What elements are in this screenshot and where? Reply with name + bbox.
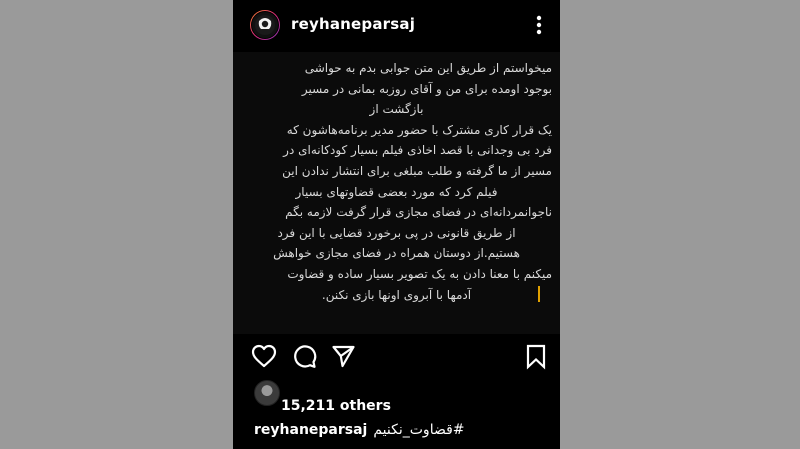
post-text-line: مسیر از ما گرفته و طلب مبلغی برای انتشار… xyxy=(282,163,552,178)
caption-hashtag[interactable]: قضاوت_نکنیم# xyxy=(373,422,464,438)
avatar-silhouette-icon xyxy=(255,15,275,35)
comment-icon[interactable] xyxy=(292,344,317,373)
heart-icon[interactable] xyxy=(251,344,277,372)
caption-username[interactable]: reyhaneparsaj xyxy=(254,422,367,438)
action-bar xyxy=(233,340,560,374)
send-icon[interactable] xyxy=(331,344,356,373)
post-text-line: از طریق قانونی در پی برخورد قضایی با این… xyxy=(277,225,516,240)
post-text-line: آدمها با آبروی اونها بازی نکنن. xyxy=(321,287,472,302)
instagram-post: reyhaneparsaj میخواستم از طریق این متن ج… xyxy=(233,0,560,449)
post-image[interactable]: میخواستم از طریق این متن جوابی بدم به حو… xyxy=(233,52,560,334)
bookmark-icon[interactable] xyxy=(525,344,547,374)
post-text: میخواستم از طریق این متن جوابی بدم به حو… xyxy=(241,58,552,305)
avatar-image xyxy=(251,11,279,39)
post-username[interactable]: reyhaneparsaj xyxy=(291,15,415,33)
post-text-line: فرد بی وجدانی با قصد اخاذی فیلم بسیار کو… xyxy=(283,143,552,158)
post-text-line: میخواستم از طریق این متن جوابی بدم به حو… xyxy=(304,61,552,75)
post-caption: reyhaneparsaj قضاوت_نکنیم# xyxy=(254,422,465,438)
post-text-line: بازگشت از xyxy=(369,102,424,117)
text-cursor xyxy=(538,286,540,302)
post-text-line: یک قرار کاری مشترک با حضور مدیر برنامه‌ه… xyxy=(286,122,552,137)
post-text-line: هستیم.از دوستان همراه در فضای مجازی خواه… xyxy=(273,246,520,261)
post-text-line: بوجود اومده برای من و آقای روزبه بمانی د… xyxy=(301,81,552,96)
likes-count[interactable]: 15,211 others xyxy=(281,398,391,414)
post-text-line: فیلم کرد که مورد بعضی قضاوتهای بسیار xyxy=(295,184,498,199)
liker-avatar[interactable] xyxy=(254,380,280,406)
post-text-line: میکنم با معنا دادن به یک تصویر بسیار ساد… xyxy=(287,266,552,281)
more-vertical-icon[interactable] xyxy=(536,15,542,35)
profile-avatar[interactable] xyxy=(250,10,280,40)
post-text-line: ناجوانمردانه‌ای در فضای مجازی قرار گرفت … xyxy=(285,205,552,220)
post-header: reyhaneparsaj xyxy=(233,0,560,52)
left-background xyxy=(0,0,233,449)
right-background xyxy=(560,0,800,449)
